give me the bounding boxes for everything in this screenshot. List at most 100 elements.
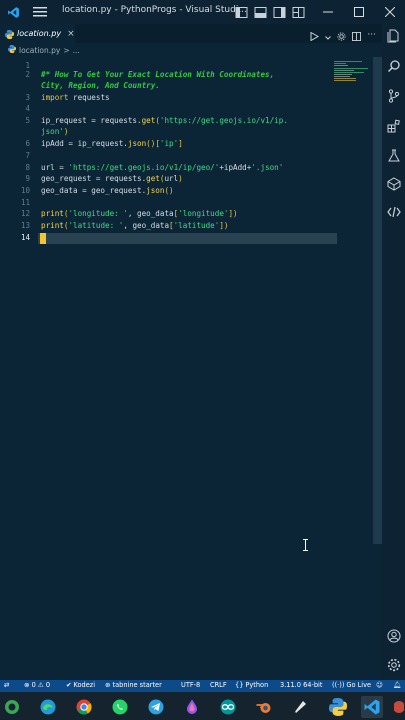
code-line: url = 'https://get.geojs.io/v1/ip/geo/'+… <box>41 163 283 172</box>
toggle-secondary-sidebar-icon[interactable] <box>273 4 286 18</box>
code-token: json' <box>41 127 64 136</box>
code-editor[interactable]: 1 2 3 4 5 6 7 8 9 10 11 12 13 14 #* How … <box>0 57 372 678</box>
code-token: 'https://get.geojs.io/v1/ip/geo/' <box>68 163 220 172</box>
code-token: ()[ <box>146 139 160 148</box>
manage-gear-icon[interactable] <box>386 657 401 672</box>
code-line: print('longitude: ', geo_data['longitude… <box>41 209 238 218</box>
inkscape-pen-icon[interactable] <box>289 696 311 718</box>
arduino-icon[interactable] <box>217 696 239 718</box>
explorer-icon[interactable] <box>386 28 401 43</box>
more-actions-icon[interactable]: ··· <box>367 31 376 40</box>
breadcrumb-python-icon <box>8 45 16 55</box>
telegram-icon[interactable] <box>145 696 167 718</box>
code-token: , geo_data <box>127 209 174 218</box>
toggle-primary-sidebar-icon[interactable] <box>235 4 248 18</box>
code-token: 'latitude' <box>173 221 220 230</box>
extensions-icon[interactable] <box>386 118 401 133</box>
taskbar-overflow-icon[interactable] <box>392 696 405 718</box>
code-line: #* How To Get Your Exact Location With C… <box>41 70 274 79</box>
blender-icon[interactable] <box>253 696 275 718</box>
code-snippets-icon[interactable] <box>386 204 401 219</box>
remote-explorer-icon[interactable] <box>386 176 401 191</box>
code-token: 'https://get.geojs.io/v1/ip. <box>159 116 288 125</box>
maximize-button[interactable] <box>343 0 374 24</box>
run-dropdown-chevron-icon[interactable] <box>325 26 332 45</box>
text-cursor-ibeam-icon <box>302 536 309 551</box>
line-number: 5 <box>25 116 30 125</box>
drop-app-icon[interactable] <box>181 696 203 718</box>
testing-flask-icon[interactable] <box>386 148 401 163</box>
run-python-file-icon[interactable] <box>310 26 320 45</box>
line-number: 3 <box>25 93 30 102</box>
code-token: 'longitude: ' <box>68 209 128 218</box>
split-editor-icon[interactable] <box>352 26 362 45</box>
anaconda-app-icon[interactable] <box>1 696 23 718</box>
code-token: print <box>41 221 64 230</box>
line-number: 13 <box>20 221 30 230</box>
problems-indicator[interactable]: ⊗ 0 ⚠ 0 <box>24 681 50 689</box>
feedback-icon[interactable]: ☺ <box>376 681 383 689</box>
code-line: City, Region, And Country. <box>41 81 160 90</box>
line-number: 6 <box>25 139 30 148</box>
breadcrumb: location.py > ... <box>8 44 80 56</box>
code-line: ipAdd = ip_request.json()['ip'] <box>41 139 183 148</box>
customize-layout-icon[interactable] <box>292 4 305 18</box>
vscode-taskbar-icon[interactable] <box>361 696 383 718</box>
account-icon[interactable] <box>386 628 401 643</box>
minimap[interactable] <box>334 60 370 82</box>
menu-hamburger-icon[interactable] <box>24 0 56 24</box>
language-mode[interactable]: {} Python <box>235 681 268 689</box>
code-token: requests <box>68 93 110 102</box>
python-file-icon <box>5 24 14 43</box>
remote-indicator[interactable]: ⇄ <box>4 681 10 689</box>
breadcrumb-file[interactable]: location.py <box>19 46 60 55</box>
python-interpreter[interactable]: 3.11.0 64-bit <box>280 681 322 689</box>
code-token: get <box>146 174 160 183</box>
tab-location-py[interactable]: location.py × <box>0 24 75 43</box>
current-line-highlight <box>38 233 337 244</box>
minimize-button[interactable] <box>312 0 343 24</box>
code-token: url <box>164 174 179 183</box>
code-token: '.json' <box>251 163 284 172</box>
code-token: geo_data = geo_request. <box>41 186 147 195</box>
tab-close-icon[interactable]: × <box>67 29 75 39</box>
close-window-button[interactable] <box>374 0 405 24</box>
notifications-bell-icon[interactable]: 🔔︎ <box>393 681 401 689</box>
code-token: ip_request = requests. <box>41 116 142 125</box>
whatsapp-icon[interactable] <box>109 696 131 718</box>
taskbar <box>0 692 405 720</box>
line-number: 10 <box>20 186 30 195</box>
kodezi-item[interactable]: ✔ Kodezi <box>66 681 95 689</box>
code-token: +ipAdd+ <box>219 163 252 172</box>
code-token: ) <box>178 174 183 183</box>
title-bar: location.py - PythonProgs - Visual Studi… <box>0 0 405 24</box>
line-number: 8 <box>25 163 30 172</box>
line-number: 7 <box>25 151 30 160</box>
line-number: 1 <box>25 61 30 70</box>
line-number: 2 <box>25 70 30 79</box>
code-line: ip_request = requests.get('https://get.g… <box>41 116 288 125</box>
go-live-button[interactable]: ((·)) Go Live <box>332 681 371 689</box>
code-token: City, Region, And Country. <box>41 81 160 90</box>
source-control-icon[interactable] <box>386 88 401 103</box>
settings-gear-icon[interactable] <box>337 26 346 45</box>
code-token: print <box>41 209 64 218</box>
go-live-label: Go Live <box>346 681 372 689</box>
chrome-browser-icon[interactable] <box>73 696 95 718</box>
breadcrumb-more[interactable]: ... <box>73 46 80 55</box>
end-of-line[interactable]: CRLF <box>210 681 227 689</box>
encoding[interactable]: UTF-8 <box>181 681 200 689</box>
tabnine-label: tabnine starter <box>112 681 162 689</box>
editor-scrollbar[interactable] <box>373 57 382 544</box>
language-label: Python <box>245 681 269 689</box>
tab-label: location.py <box>17 29 62 38</box>
code-token: get <box>141 116 156 125</box>
python-idle-icon[interactable] <box>327 696 349 718</box>
edge-browser-icon[interactable] <box>37 696 59 718</box>
search-icon[interactable] <box>386 58 401 73</box>
tabnine-item[interactable]: ⊛ tabnine starter <box>105 681 162 689</box>
code-line: geo_request = requests.get(url) <box>41 174 183 183</box>
toggle-panel-icon[interactable] <box>254 4 267 18</box>
breadcrumb-separator: > <box>63 45 70 55</box>
line-number: 4 <box>25 104 30 113</box>
